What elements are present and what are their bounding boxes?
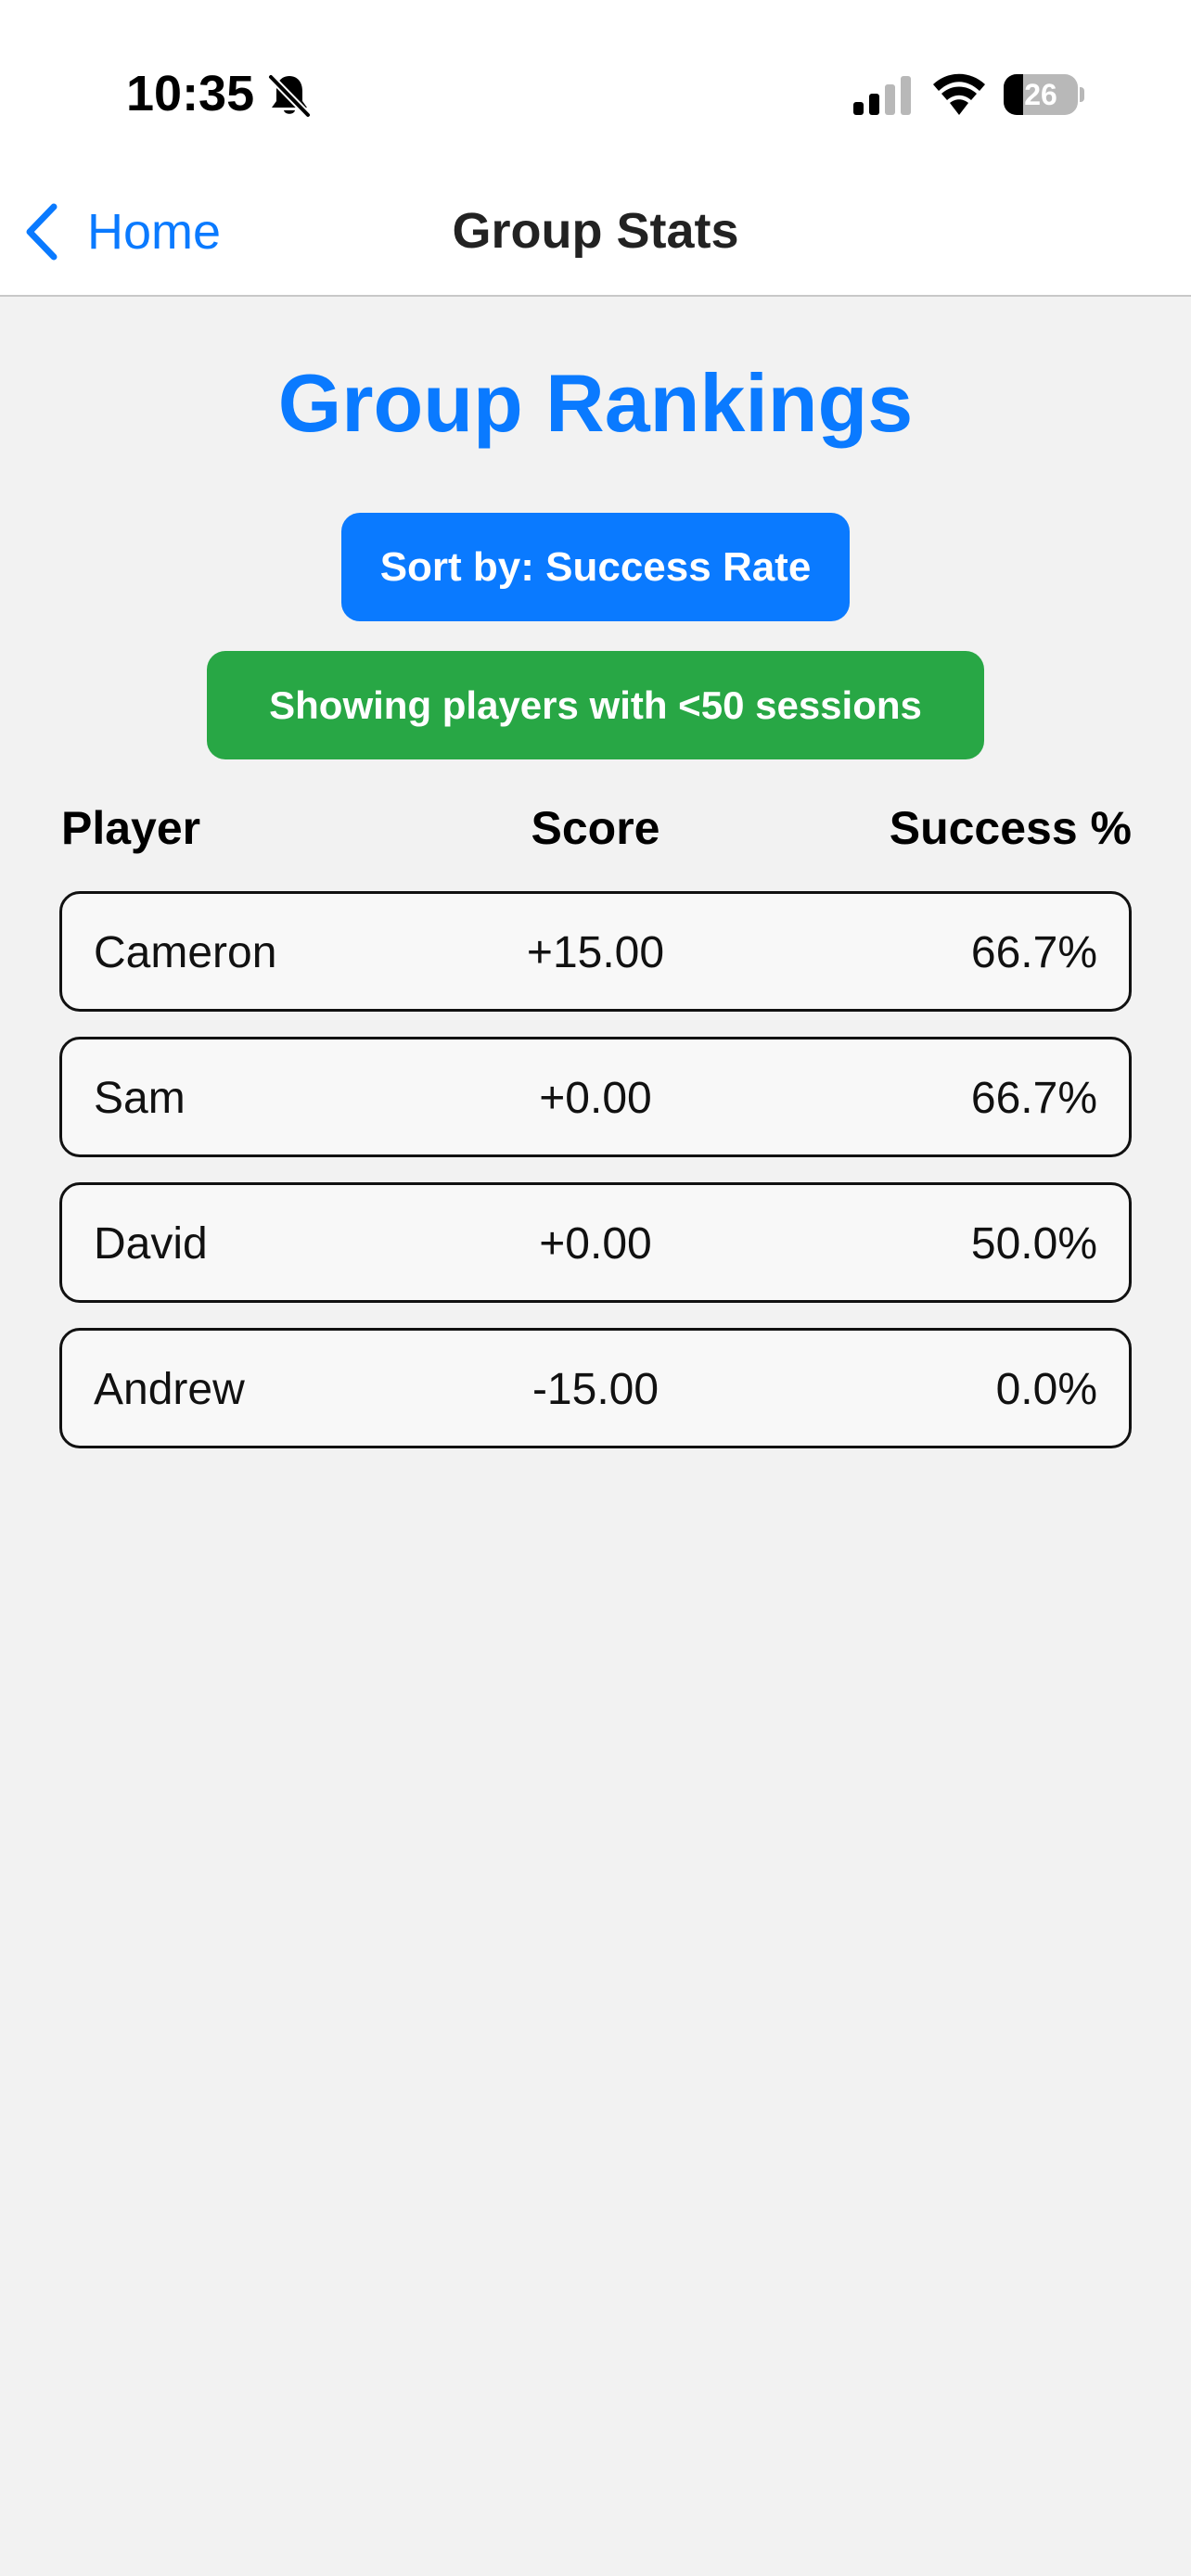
player-success-rate: 66.7% (970, 1074, 1097, 1123)
navigation-bar: Group Stats Home (0, 185, 1191, 297)
signal-icon (853, 76, 911, 115)
column-header-success: Success % (889, 802, 1132, 854)
table-header: Player Score Success % (59, 801, 1132, 866)
table-row[interactable]: Sam +0.00 66.7% (59, 1037, 1132, 1157)
player-score: -15.00 (531, 1365, 660, 1414)
player-score: +0.00 (539, 1074, 652, 1123)
table-row[interactable]: Cameron +15.00 66.7% (59, 891, 1132, 1012)
battery-icon: 26 (1004, 74, 1084, 115)
status-time: 10:35 (126, 66, 255, 121)
bell-slash-icon (267, 73, 312, 119)
table-row[interactable]: David +0.00 50.0% (59, 1182, 1132, 1303)
back-label[interactable]: Home (87, 203, 221, 261)
table-row[interactable]: Andrew -15.00 0.0% (59, 1328, 1132, 1448)
battery-level: 26 (1024, 78, 1057, 111)
player-success-rate: 0.0% (995, 1365, 1097, 1414)
player-success-rate: 50.0% (970, 1219, 1097, 1269)
battery-tip (1080, 87, 1084, 102)
rankings-list: Cameron +15.00 66.7% Sam +0.00 66.7% Dav… (59, 891, 1132, 1473)
page-heading: Group Rankings (277, 357, 914, 449)
battery-body: 26 (1004, 74, 1078, 115)
back-button[interactable]: Home (22, 200, 221, 263)
chevron-left-icon[interactable] (22, 201, 63, 262)
player-score: +0.00 (539, 1219, 652, 1269)
player-success-rate: 66.7% (970, 928, 1097, 977)
player-score: +15.00 (526, 928, 665, 977)
status-bar: 10:35 26 (0, 0, 1191, 185)
sort-button[interactable]: Sort by: Success Rate (341, 513, 850, 621)
wifi-icon (933, 73, 985, 115)
filter-button[interactable]: Showing players with <50 sessions (207, 651, 984, 759)
